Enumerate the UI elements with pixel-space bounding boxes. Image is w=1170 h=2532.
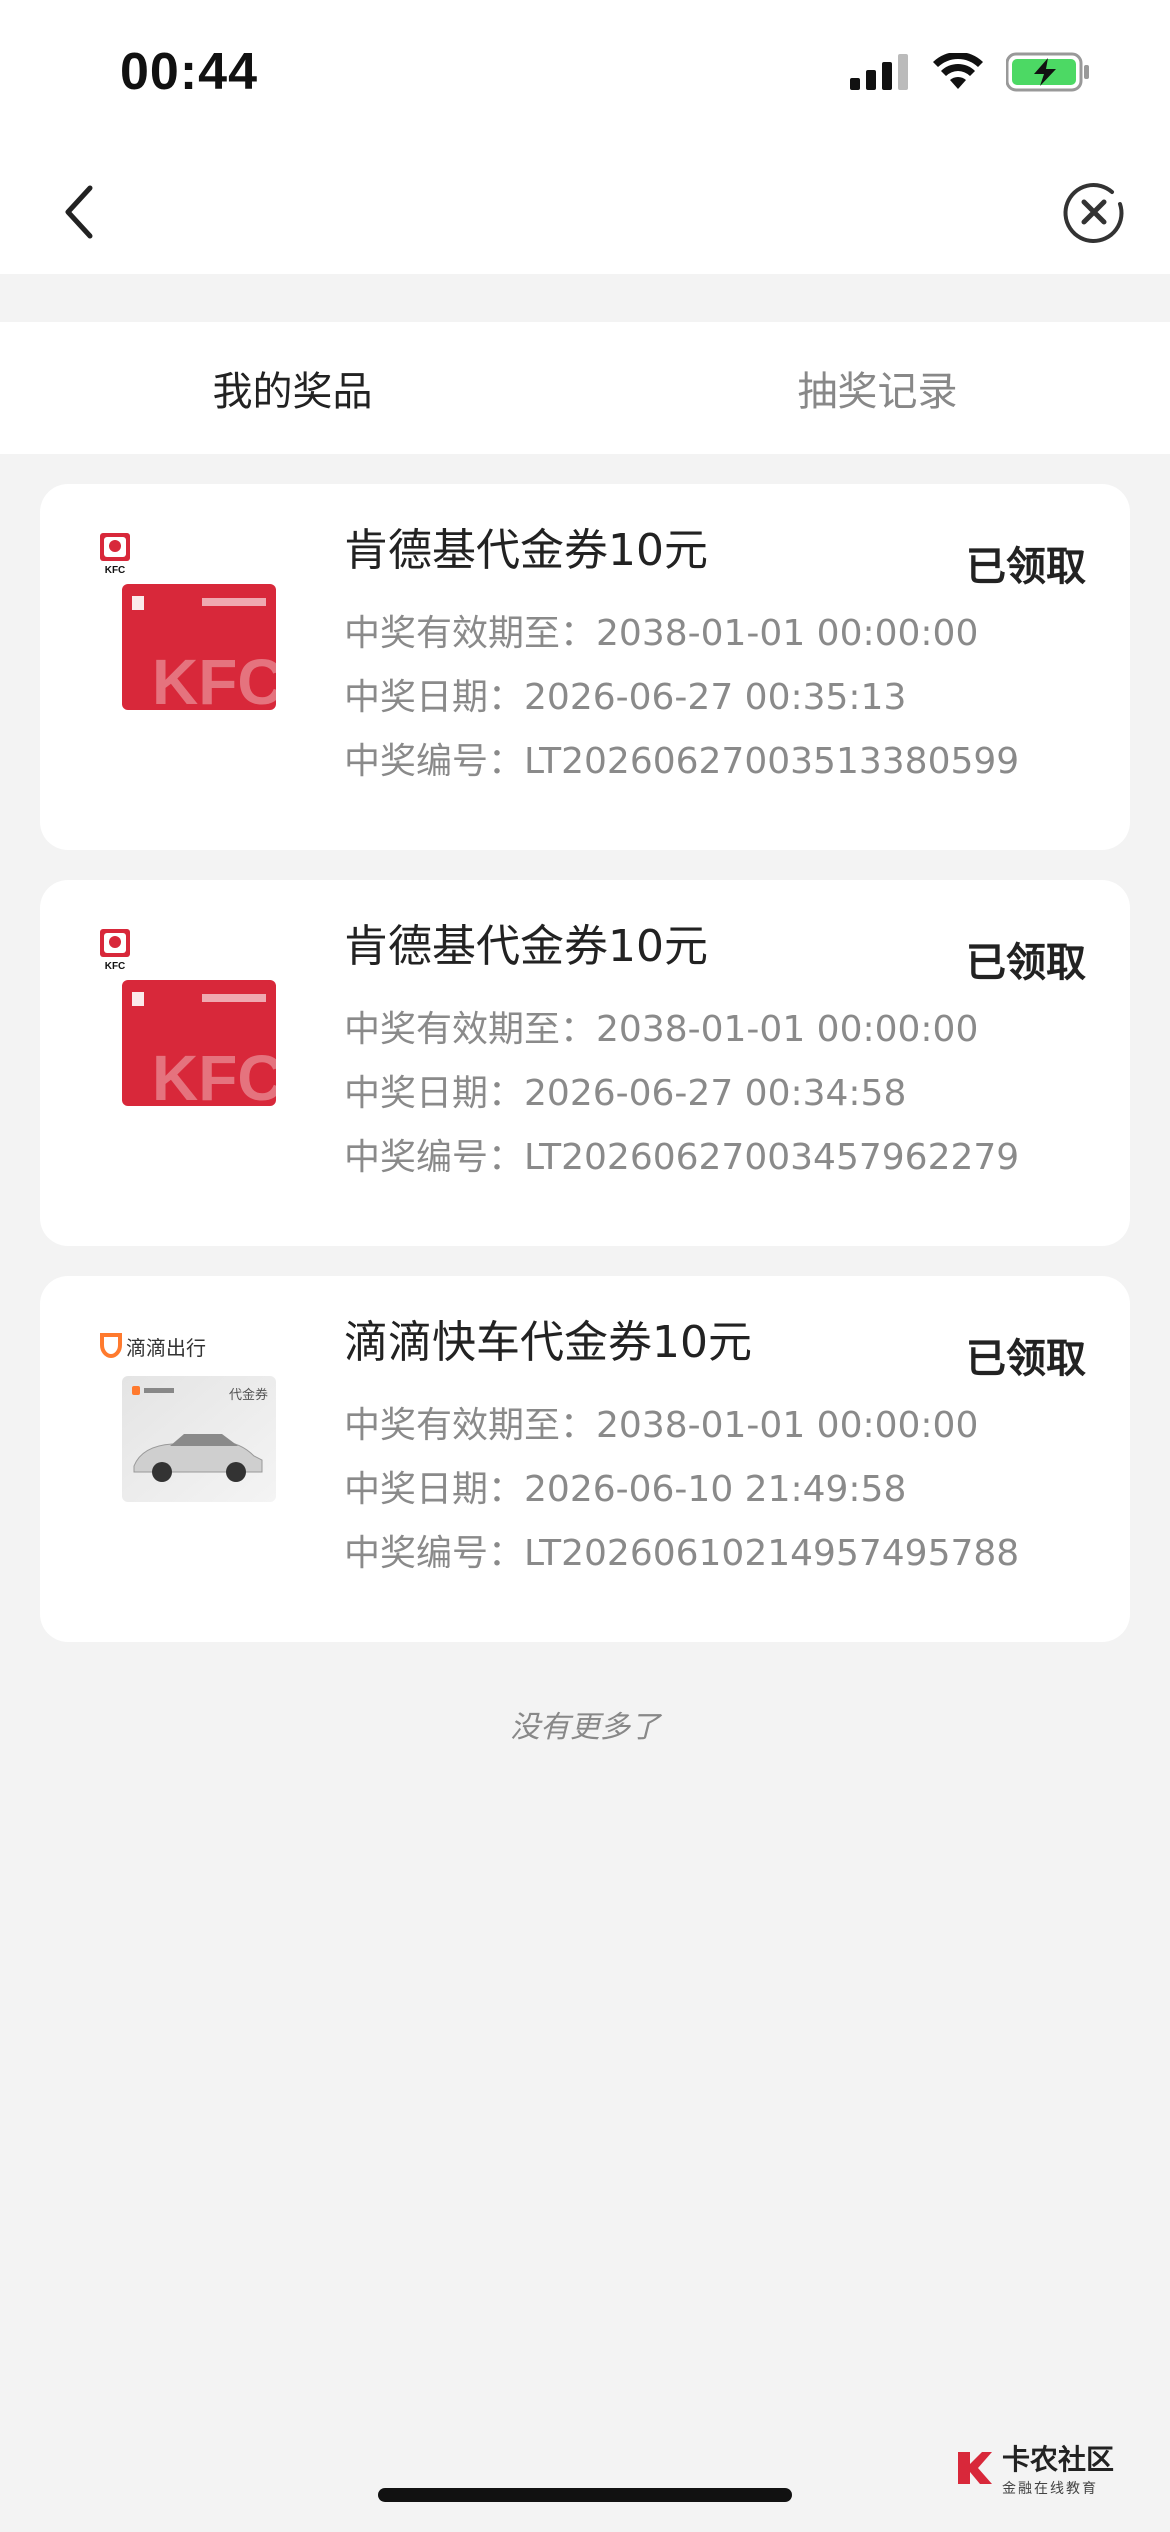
valid-until-row: 中奖有效期至：2038-01-01 00:00:00 [344, 1009, 979, 1050]
didi-brand-text: 滴滴出行 [126, 1335, 206, 1360]
win-date-row: 中奖日期：2026-06-27 00:34:58 [344, 1073, 907, 1114]
kfc-coupon-image: KFC [122, 584, 276, 710]
prize-title: 滴滴快车代金券10元 [344, 1317, 752, 1368]
didi-logo: 滴滴出行 [100, 1324, 206, 1368]
prize-title: 肯德基代金券10元 [344, 921, 708, 972]
svg-text:KFC: KFC [105, 961, 126, 971]
watermark: 卡农社区 金融在线教育 [954, 2438, 1114, 2498]
kanong-logo-icon [957, 2452, 992, 2484]
valid-until-row: 中奖有效期至：2038-01-01 00:00:00 [344, 1405, 979, 1446]
win-date-row: 中奖日期：2026-06-10 21:49:58 [344, 1469, 907, 1510]
nav-bar [0, 150, 1170, 274]
prize-title: 肯德基代金券10元 [344, 525, 708, 576]
prize-card[interactable]: KFC KFC 肯德基代金券10元 已领取 中奖有效期至：2038-01-01 … [40, 880, 1130, 1246]
win-date-row: 中奖日期：2026-06-27 00:35:13 [344, 677, 907, 718]
prize-status: 已领取 [966, 1336, 1086, 1382]
kfc-logo: KFC [100, 928, 130, 972]
tab-bar: 我的奖品 抽奖记录 [0, 322, 1170, 454]
win-code-row: 中奖编号：LT20260627003457962279 [344, 1137, 1020, 1178]
close-circle-icon [1063, 183, 1124, 243]
svg-text:KFC: KFC [105, 565, 126, 575]
prize-status: 已领取 [966, 544, 1086, 590]
valid-until-row: 中奖有效期至：2038-01-01 00:00:00 [344, 613, 979, 654]
didi-coupon-image: 代金券 [122, 1376, 276, 1502]
status-icons [850, 52, 1090, 92]
home-indicator[interactable] [378, 2488, 792, 2502]
no-more-text: 没有更多了 [510, 1710, 660, 1745]
watermark-title: 卡农社区 [1001, 2443, 1114, 2476]
battery-charging-icon [1006, 52, 1089, 92]
win-code-row: 中奖编号：LT20260610214957495788 [344, 1533, 1020, 1574]
tab-my-prizes[interactable]: 我的奖品 [0, 322, 585, 454]
tab-draw-records[interactable]: 抽奖记录 [585, 322, 1170, 454]
prize-card[interactable]: 滴滴出行 代金券 滴滴快车代金券10元 已领取 中奖有效期至：2038-01-0… [40, 1276, 1130, 1642]
kfc-coupon-image: KFC [122, 980, 276, 1106]
chevron-left-icon [65, 185, 93, 239]
status-bar: 00:44 [0, 0, 1170, 150]
svg-text:KFC: KFC [152, 646, 276, 710]
svg-text:KFC: KFC [152, 1042, 276, 1106]
prize-list: KFC KFC 肯德基代金券10元 已领取 中奖有效期至：2038-01-01 … [40, 484, 1130, 1672]
status-time: 00:44 [120, 43, 258, 101]
prize-info: 中奖有效期至：2038-01-01 00:00:00 中奖日期：2026-06-… [344, 602, 1019, 794]
watermark-subtitle: 金融在线教育 [1001, 2481, 1098, 2497]
back-button[interactable] [40, 172, 120, 252]
kfc-logo: KFC [100, 532, 130, 576]
prize-card[interactable]: KFC KFC 肯德基代金券10元 已领取 中奖有效期至：2038-01-01 … [40, 484, 1130, 850]
signal-icon [850, 54, 908, 90]
prize-info: 中奖有效期至：2038-01-01 00:00:00 中奖日期：2026-06-… [344, 1394, 1019, 1586]
prize-info: 中奖有效期至：2038-01-01 00:00:00 中奖日期：2026-06-… [344, 998, 1019, 1190]
wifi-icon [933, 53, 983, 89]
win-code-row: 中奖编号：LT20260627003513380599 [344, 741, 1020, 782]
didi-coupon-label: 代金券 [228, 1388, 268, 1403]
prize-status: 已领取 [966, 940, 1086, 986]
close-button[interactable] [1054, 172, 1134, 252]
